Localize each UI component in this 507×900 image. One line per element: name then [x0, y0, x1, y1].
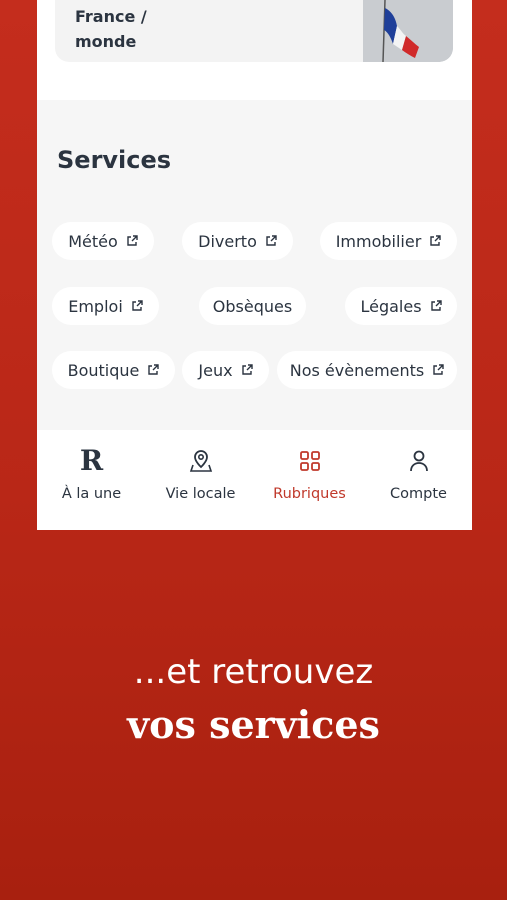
chip-obseques[interactable]: Obsèques — [199, 287, 306, 325]
france-flag-image — [363, 0, 453, 62]
chip-label: Diverto — [198, 231, 257, 251]
chip-nos-evenements[interactable]: Nos évènements — [277, 351, 457, 389]
chip-diverto[interactable]: Diverto — [182, 222, 293, 260]
chip-label: Légales — [360, 296, 422, 316]
r-logo-icon: R — [79, 444, 104, 477]
external-link-icon — [430, 235, 441, 246]
tab-compte[interactable]: Compte — [364, 430, 472, 530]
article-thumbnail — [363, 0, 453, 62]
tab-label: Compte — [390, 486, 447, 502]
chip-immobilier[interactable]: Immobilier — [320, 222, 457, 260]
external-link-icon — [430, 300, 442, 311]
bottom-tab-bar: R À la une Vie locale Rubriques Compte — [37, 430, 472, 530]
chip-emploi[interactable]: Emploi — [52, 287, 159, 325]
promo-line-2: vos services — [127, 702, 380, 747]
tab-label: Vie locale — [165, 486, 236, 502]
chip-label: Emploi — [68, 296, 123, 316]
user-icon — [408, 446, 430, 476]
chip-meteo[interactable]: Météo — [52, 222, 154, 260]
external-link-icon — [241, 364, 253, 375]
article-card[interactable]: France / monde — [55, 0, 453, 62]
grid-icon — [299, 446, 321, 476]
external-link-icon — [433, 364, 444, 375]
app-screen: France / monde Services Météo Diverto Im… — [37, 0, 472, 530]
chip-legales[interactable]: Légales — [345, 287, 457, 325]
chip-label: Boutique — [67, 360, 140, 380]
external-link-icon — [127, 235, 138, 246]
services-section: Services Météo Diverto Immobilier Emploi… — [37, 100, 472, 430]
chip-boutique[interactable]: Boutique — [52, 351, 175, 389]
external-link-icon — [266, 235, 277, 246]
chip-label: Jeux — [198, 360, 233, 380]
chip-label: Météo — [68, 231, 118, 251]
tab-label: À la une — [61, 486, 122, 502]
chip-label: Obsèques — [212, 296, 293, 316]
tab-label: Rubriques — [273, 486, 346, 502]
article-card-title: France / monde — [75, 7, 147, 51]
tab-vie-locale[interactable]: Vie locale — [146, 430, 255, 530]
tab-a-la-une[interactable]: R À la une — [37, 430, 146, 530]
chip-label: Nos évènements — [289, 360, 425, 380]
tab-rubriques[interactable]: Rubriques — [255, 430, 364, 530]
map-pin-icon — [189, 446, 213, 476]
external-link-icon — [148, 364, 160, 375]
promo-line-1: ...et retrouvez — [133, 652, 374, 692]
chip-label: Immobilier — [335, 231, 422, 251]
services-heading: Services — [57, 146, 172, 174]
external-link-icon — [132, 300, 143, 311]
chip-jeux[interactable]: Jeux — [182, 351, 269, 389]
